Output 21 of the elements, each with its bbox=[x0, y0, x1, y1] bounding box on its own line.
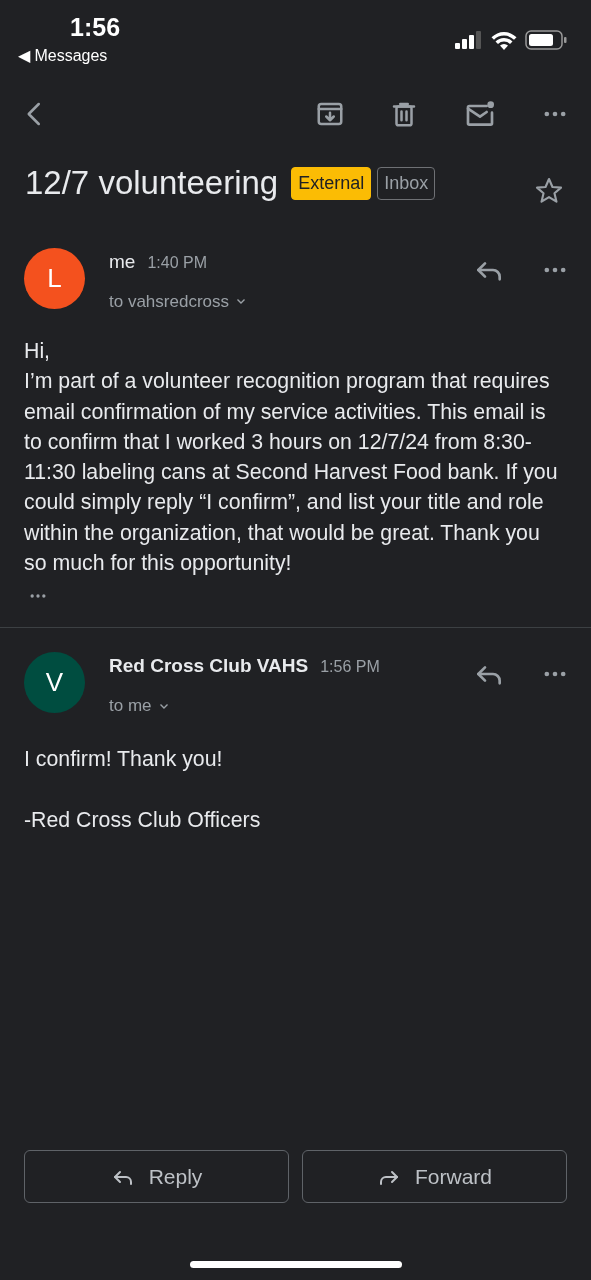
message-body: Hi, I’m part of a volunteer recognition program that requires email confirmation of my service activities. This email is to confirm that I worked 3 hours on 12/7/24 from 8:30-11:30 labeling cans at Second Harvest Food bank. If you could simply reply “I confirm”, and list your title and role within the organization, that would be great. Thank you so much for this opportunity! bbox=[24, 338, 559, 578]
clock-time: 1:56 bbox=[70, 12, 121, 42]
message-time: 1:40 PM bbox=[147, 253, 207, 273]
recipient-dropdown[interactable]: to vahsredcross bbox=[109, 288, 473, 314]
battery-icon bbox=[525, 30, 567, 50]
sender-avatar: V bbox=[24, 652, 85, 714]
label-tag: External bbox=[291, 166, 372, 200]
forward-button[interactable]: Forward bbox=[302, 1150, 567, 1203]
message-body: I confirm! Thank you! bbox=[24, 746, 224, 774]
back-to-app-link[interactable]: ◀ Messages bbox=[18, 44, 108, 68]
email-subject: 12/7 volunteering bbox=[25, 163, 279, 204]
sender-name: me bbox=[109, 250, 136, 274]
wifi-icon bbox=[491, 30, 517, 50]
sender-name: Red Cross Club VAHS bbox=[109, 654, 309, 679]
reply-button[interactable]: Reply bbox=[24, 1150, 289, 1203]
label-tag: Inbox bbox=[377, 166, 436, 200]
message-time: 1:56 PM bbox=[320, 657, 380, 678]
signal-icon bbox=[455, 31, 483, 49]
sender-avatar: L bbox=[24, 248, 85, 309]
recipient-dropdown[interactable]: to me bbox=[109, 692, 473, 719]
message-body: -Red Cross Club Officers bbox=[24, 806, 262, 834]
